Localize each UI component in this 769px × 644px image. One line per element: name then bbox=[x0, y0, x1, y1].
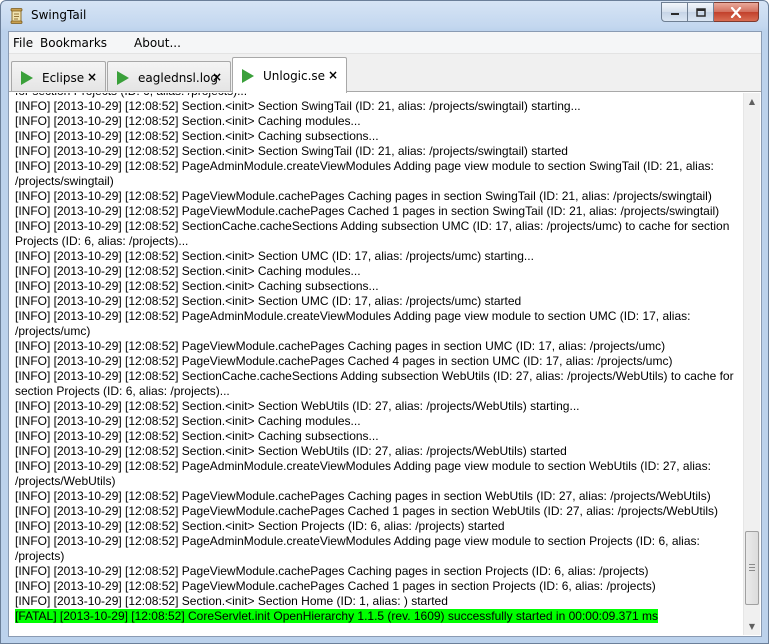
scrollbar-thumb[interactable] bbox=[745, 530, 759, 605]
minimize-icon bbox=[670, 13, 679, 15]
play-icon bbox=[117, 71, 129, 85]
window-title: SwingTail bbox=[31, 8, 87, 22]
tab-unlogic-se[interactable]: Unlogic.se × bbox=[232, 57, 347, 93]
tab-strip: Eclipse × eaglednsl.log × Unlogic.se × bbox=[9, 55, 761, 93]
log-line: [INFO] [2013-10-29] [12:08:52] Section.<… bbox=[15, 429, 379, 443]
log-view[interactable]: for section Projects (ID: 6, alias: /pro… bbox=[15, 93, 745, 633]
tab-label: eaglednsl.log bbox=[138, 71, 218, 85]
log-line: [INFO] [2013-10-29] [12:08:52] PageViewM… bbox=[15, 189, 712, 203]
log-line: [INFO] [2013-10-29] [12:08:52] PageAdmin… bbox=[15, 534, 704, 563]
app-window: SwingTail File Bookmarks About... Eclips… bbox=[0, 0, 769, 644]
menu-about[interactable]: About... bbox=[134, 36, 181, 50]
menu-file[interactable]: File bbox=[13, 36, 33, 50]
maximize-icon bbox=[695, 7, 706, 17]
log-line: [INFO] [2013-10-29] [12:08:52] PageAdmin… bbox=[15, 309, 694, 338]
log-line: [INFO] [2013-10-29] [12:08:52] Section.<… bbox=[15, 144, 568, 158]
grip-line bbox=[749, 563, 755, 565]
tab-label: Eclipse bbox=[42, 71, 85, 85]
play-icon bbox=[242, 69, 254, 83]
log-panel: for section Projects (ID: 6, alias: /pro… bbox=[9, 91, 761, 636]
log-line: [INFO] [2013-10-29] [12:08:52] SectionCa… bbox=[15, 369, 737, 398]
scroll-down-arrow-icon[interactable]: ▼ bbox=[744, 618, 760, 635]
log-line: [INFO] [2013-10-29] [12:08:52] PageAdmin… bbox=[15, 459, 715, 488]
log-line: [INFO] [2013-10-29] [12:08:52] Section.<… bbox=[15, 414, 361, 428]
client-area: File Bookmarks About... Eclipse × eagled… bbox=[8, 31, 762, 637]
tab-close-icon[interactable]: × bbox=[87, 70, 97, 84]
scroll-up-arrow-icon[interactable]: ▲ bbox=[744, 93, 760, 110]
log-line: [INFO] [2013-10-29] [12:08:52] Section.<… bbox=[15, 399, 580, 413]
tab-eaglednsl-log[interactable]: eaglednsl.log × bbox=[107, 61, 231, 92]
log-line: [INFO] [2013-10-29] [12:08:52] Section.<… bbox=[15, 294, 522, 308]
vertical-scrollbar[interactable]: ▲ ▼ bbox=[743, 93, 760, 635]
tab-close-icon[interactable]: × bbox=[328, 68, 338, 82]
log-line: [INFO] [2013-10-29] [12:08:52] PageViewM… bbox=[15, 504, 719, 518]
log-lines: for section Projects (ID: 6, alias: /pro… bbox=[15, 93, 745, 609]
play-icon bbox=[21, 71, 33, 85]
grip-line bbox=[749, 569, 755, 571]
log-line: [INFO] [2013-10-29] [12:08:52] Section.<… bbox=[15, 264, 361, 278]
log-line: [INFO] [2013-10-29] [12:08:52] Section.<… bbox=[15, 249, 534, 263]
log-line: [INFO] [2013-10-29] [12:08:52] PageViewM… bbox=[15, 564, 649, 578]
log-line: [INFO] [2013-10-29] [12:08:52] Section.<… bbox=[15, 279, 379, 293]
title-bar[interactable]: SwingTail bbox=[1, 1, 768, 31]
log-line: [INFO] [2013-10-29] [12:08:52] Section.<… bbox=[15, 519, 505, 533]
menu-bar: File Bookmarks About... bbox=[9, 32, 761, 54]
tab-eclipse[interactable]: Eclipse × bbox=[11, 61, 106, 92]
log-line: [INFO] [2013-10-29] [12:08:52] PageViewM… bbox=[15, 579, 656, 593]
log-line: [INFO] [2013-10-29] [12:08:52] PageViewM… bbox=[15, 354, 673, 368]
log-line: [INFO] [2013-10-29] [12:08:52] PageAdmin… bbox=[15, 159, 718, 188]
log-line: [INFO] [2013-10-29] [12:08:52] Section.<… bbox=[15, 129, 379, 143]
log-line: [INFO] [2013-10-29] [12:08:52] Section.<… bbox=[15, 444, 567, 458]
grip-line bbox=[749, 566, 755, 568]
log-line-fatal: [FATAL] [2013-10-29] [12:08:52] CoreServ… bbox=[15, 609, 659, 623]
tab-close-icon[interactable]: × bbox=[212, 70, 222, 84]
log-line: [INFO] [2013-10-29] [12:08:52] PageViewM… bbox=[15, 204, 720, 218]
minimize-button[interactable] bbox=[661, 2, 688, 22]
scroll-icon bbox=[10, 8, 23, 24]
close-icon bbox=[730, 6, 742, 18]
close-button[interactable] bbox=[714, 2, 759, 22]
log-line: [INFO] [2013-10-29] [12:08:52] SectionCa… bbox=[15, 219, 733, 248]
log-line: [INFO] [2013-10-29] [12:08:52] PageViewM… bbox=[15, 489, 711, 503]
log-line-fatal-row: [FATAL] [2013-10-29] [12:08:52] CoreServ… bbox=[15, 609, 745, 624]
log-line: [INFO] [2013-10-29] [12:08:52] Section.<… bbox=[15, 594, 448, 608]
tab-label: Unlogic.se bbox=[263, 69, 326, 83]
maximize-button[interactable] bbox=[688, 2, 714, 22]
log-line: [INFO] [2013-10-29] [12:08:52] Section.<… bbox=[15, 114, 361, 128]
menu-bookmarks[interactable]: Bookmarks bbox=[40, 36, 107, 50]
log-line: [INFO] [2013-10-29] [12:08:52] PageViewM… bbox=[15, 339, 666, 353]
log-line: [INFO] [2013-10-29] [12:08:52] Section.<… bbox=[15, 99, 581, 113]
